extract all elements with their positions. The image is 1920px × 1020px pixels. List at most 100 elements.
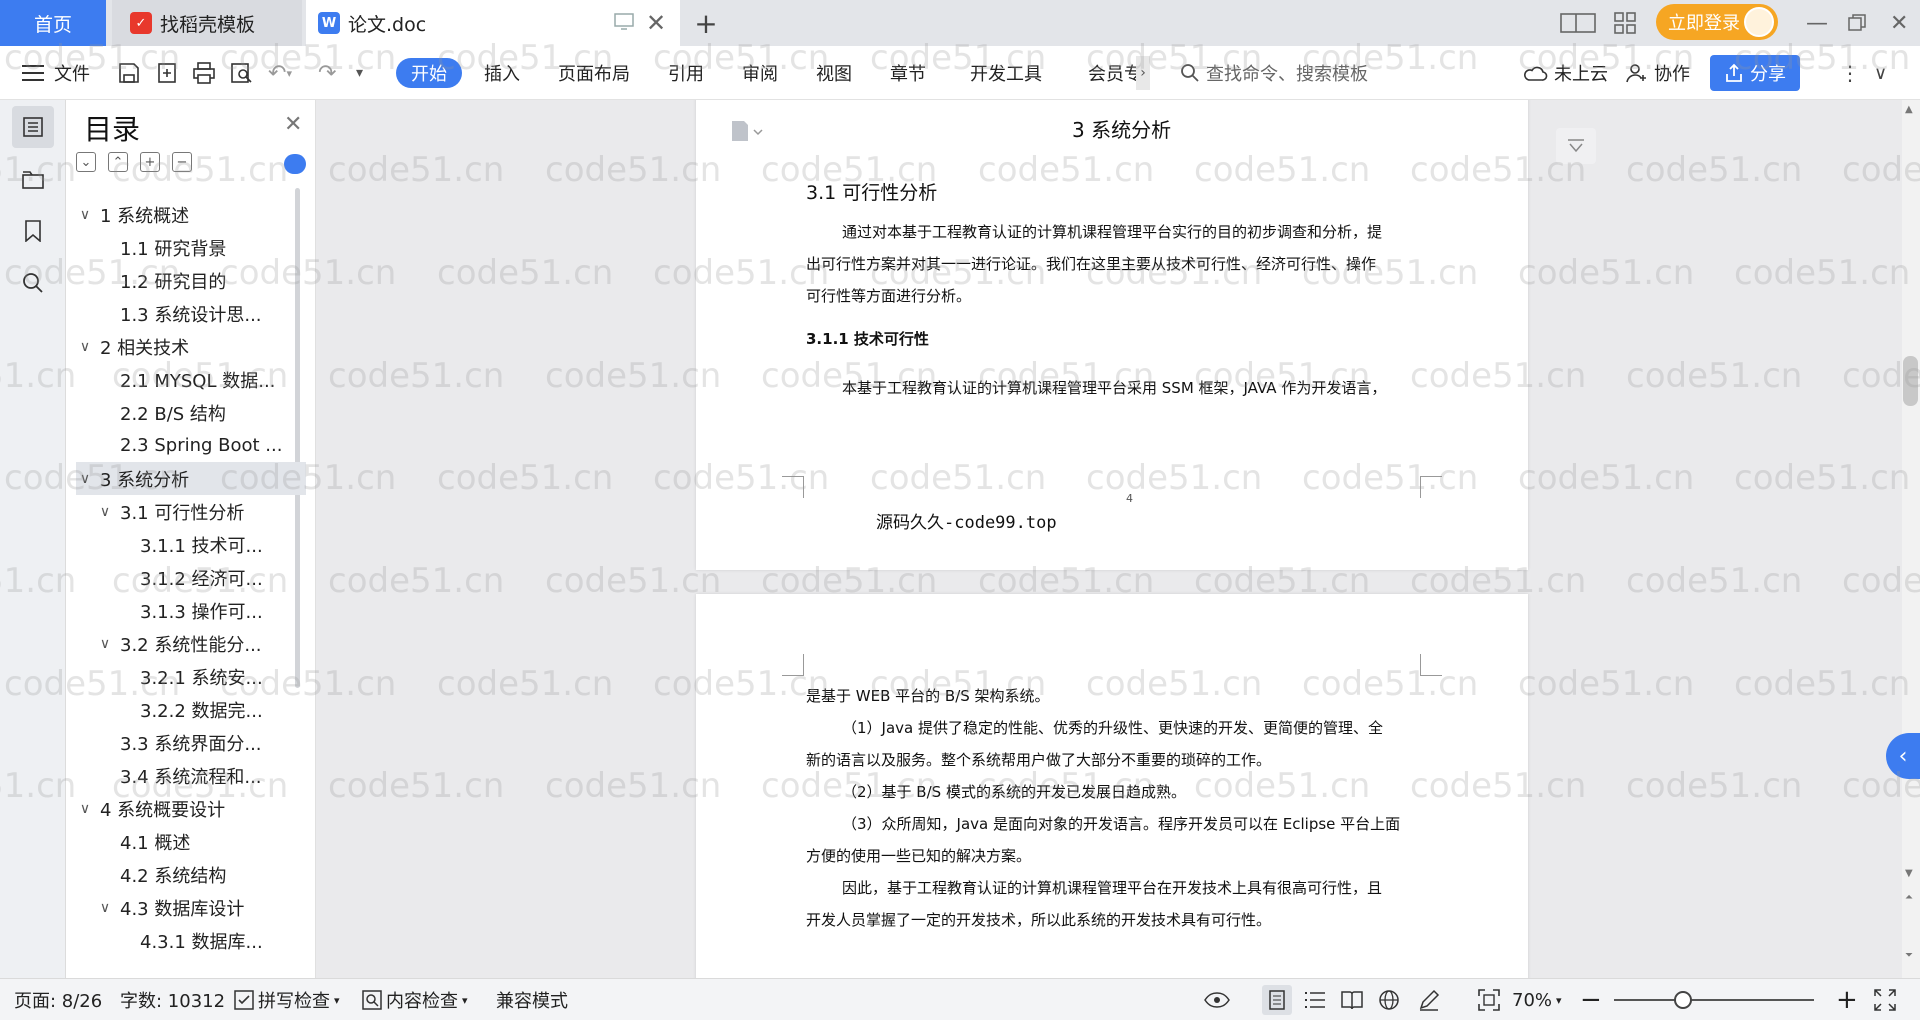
content-check-button[interactable]: 内容检查 ▾	[362, 979, 468, 1020]
tab-review[interactable]: 审阅	[742, 46, 778, 100]
write-mode-icon[interactable]	[1418, 979, 1440, 1020]
toc-item[interactable]: 3.2.2 数据完...	[76, 693, 306, 726]
toc-item[interactable]: 3.1.3 操作可...	[76, 594, 306, 627]
tab-chapter[interactable]: 章节	[890, 46, 926, 100]
toc-item[interactable]: 3.1.1 技术可...	[76, 528, 306, 561]
scrollbar-thumb[interactable]	[1903, 356, 1918, 406]
redo-icon[interactable]: ↷	[318, 46, 336, 100]
zoom-slider-track[interactable]	[1614, 999, 1814, 1001]
tab-member[interactable]: 会员专	[1088, 46, 1142, 100]
toc-item[interactable]: ∨ 4 系统概要设计	[76, 792, 306, 825]
toc-item[interactable]: 3.3 系统界面分...	[76, 726, 306, 759]
collab-button[interactable]: 协作	[1626, 46, 1690, 100]
toc-item[interactable]: 3.2.1 系统安...	[76, 660, 306, 693]
ribbon-scroll-right-icon[interactable]: ›	[1136, 56, 1150, 90]
scroll-up-icon[interactable]: ▲	[1905, 104, 1913, 115]
minimize-icon[interactable]: —	[1806, 0, 1828, 46]
tab-home[interactable]: 首页	[0, 0, 106, 46]
fit-page-icon[interactable]	[1478, 979, 1500, 1020]
toc-item[interactable]: ∨ 3.2 系统性能分...	[76, 627, 306, 660]
file-menu[interactable]: 文件	[22, 46, 90, 100]
expand-chevron-icon[interactable]: ∨	[76, 471, 94, 487]
toc-item[interactable]: 4.1 概述	[76, 825, 306, 858]
toc-item[interactable]: ∨ 3 系统分析	[76, 462, 306, 495]
expand-chevron-icon[interactable]: ∨	[76, 207, 94, 223]
expand-chevron-icon[interactable]: ∨	[96, 900, 114, 916]
more-options-icon[interactable]: ⋮	[1840, 46, 1860, 100]
eye-protection-icon[interactable]	[1204, 979, 1230, 1020]
smart-toc-icon[interactable]	[284, 154, 306, 174]
expand-all-icon[interactable]: ⌄	[76, 152, 96, 172]
toc-item[interactable]: 1.2 研究目的	[76, 264, 306, 297]
fullscreen-icon[interactable]	[1874, 979, 1896, 1020]
toc-item[interactable]: ∨ 3.1 可行性分析	[76, 495, 306, 528]
tab-page-layout[interactable]: 页面布局	[558, 46, 630, 100]
share-button[interactable]: 分享	[1710, 55, 1800, 91]
toc-item[interactable]: 2.1 MYSQL 数据...	[76, 363, 306, 396]
toc-item[interactable]: 4.3.1 数据库...	[76, 924, 306, 957]
zoom-out-icon[interactable]: −	[1580, 979, 1602, 1020]
toc-item[interactable]: 2.3 Spring Boot ...	[76, 429, 306, 462]
toc-item[interactable]: 3.4 系统流程和...	[76, 759, 306, 792]
toc-item[interactable]: 3.1.2 经济可...	[76, 561, 306, 594]
zoom-in-icon[interactable]: +	[1836, 979, 1858, 1020]
print-preview-icon[interactable]	[230, 46, 254, 100]
page-indicator[interactable]: 页面: 8/26	[14, 979, 102, 1020]
expand-chevron-icon[interactable]: ∨	[76, 801, 94, 817]
apps-grid-icon[interactable]	[1614, 0, 1636, 46]
tab-start[interactable]: 开始	[396, 58, 462, 88]
save-icon[interactable]	[118, 46, 140, 100]
add-heading-icon[interactable]: +	[140, 152, 160, 172]
document-canvas[interactable]: 3 系统分析 3.1 可行性分析 通过对本基于工程教育认证的计算机课程管理平台实…	[316, 100, 1902, 978]
chapter-nav-icon[interactable]	[12, 158, 54, 200]
reading-mode-icon[interactable]	[1340, 979, 1364, 1020]
zoom-slider-knob[interactable]	[1674, 991, 1692, 1009]
export-pdf-icon[interactable]	[156, 46, 178, 100]
toc-item[interactable]: 2.2 B/S 结构	[76, 396, 306, 429]
tab-document[interactable]: W 论文.doc ✕	[306, 0, 680, 46]
close-tab-icon[interactable]: ✕	[646, 9, 666, 37]
filter-funnel-icon[interactable]	[1556, 128, 1596, 164]
toc-item[interactable]: ∨ 2 相关技术	[76, 330, 306, 363]
remove-heading-icon[interactable]: −	[172, 152, 192, 172]
expand-chevron-icon[interactable]: ∨	[96, 504, 114, 520]
expand-chevron-icon[interactable]: ∨	[96, 636, 114, 652]
monitor-icon[interactable]	[614, 13, 634, 31]
toc-item[interactable]: 1.3 系统设计思...	[76, 297, 306, 330]
tab-references[interactable]: 引用	[668, 46, 704, 100]
web-view-icon[interactable]	[1378, 979, 1400, 1020]
toc-panel-icon[interactable]	[12, 106, 54, 148]
new-tab-button[interactable]: +	[686, 0, 726, 46]
prev-page-icon[interactable]: ⏶	[1905, 892, 1913, 903]
bookmark-icon[interactable]	[12, 210, 54, 252]
undo-icon[interactable]: ↶ ▾	[268, 46, 292, 100]
tab-template[interactable]: ✓ 找稻壳模板	[112, 0, 302, 46]
find-icon[interactable]	[12, 262, 54, 304]
tab-insert[interactable]: 插入	[484, 46, 520, 100]
tab-developer[interactable]: 开发工具	[970, 46, 1042, 100]
outline-view-icon[interactable]	[1304, 979, 1326, 1020]
toc-item[interactable]: ∨ 4.3 数据库设计	[76, 891, 306, 924]
tab-view[interactable]: 视图	[816, 46, 852, 100]
expand-chevron-icon[interactable]: ∨	[76, 339, 94, 355]
collapse-all-icon[interactable]: ⌃	[108, 152, 128, 172]
word-count[interactable]: 字数: 10312	[120, 979, 225, 1020]
command-search[interactable]: 查找命令、搜索模板	[1180, 46, 1368, 100]
zoom-level-dropdown[interactable]: 70% ▾	[1512, 979, 1562, 1020]
login-button[interactable]: 立即登录	[1656, 4, 1778, 40]
collapse-ribbon-icon[interactable]: ∨	[1874, 46, 1887, 100]
toc-item[interactable]: 1.1 研究背景	[76, 231, 306, 264]
document-scrollbar[interactable]: ▲ ▼ ⏶ ⏷	[1902, 100, 1920, 978]
print-icon[interactable]	[192, 46, 216, 100]
layout-icon[interactable]	[1560, 0, 1596, 46]
quick-access-more-icon[interactable]: ▾	[356, 46, 363, 100]
window-close-icon[interactable]: ✕	[1890, 0, 1908, 46]
page-view-icon[interactable]	[1262, 985, 1292, 1015]
page-4[interactable]: 3 系统分析 3.1 可行性分析 通过对本基于工程教育认证的计算机课程管理平台实…	[696, 100, 1528, 570]
cloud-status[interactable]: 未上云	[1524, 46, 1608, 100]
toc-item[interactable]: 4.2 系统结构	[76, 858, 306, 891]
spell-check-button[interactable]: 拼写检查 ▾	[234, 979, 340, 1020]
next-page-icon[interactable]: ⏷	[1905, 950, 1913, 961]
page-5[interactable]: 是基于 WEB 平台的 B/S 架构系统。 （1）Java 提供了稳定的性能、优…	[696, 594, 1528, 978]
scroll-down-icon[interactable]: ▼	[1905, 868, 1913, 879]
